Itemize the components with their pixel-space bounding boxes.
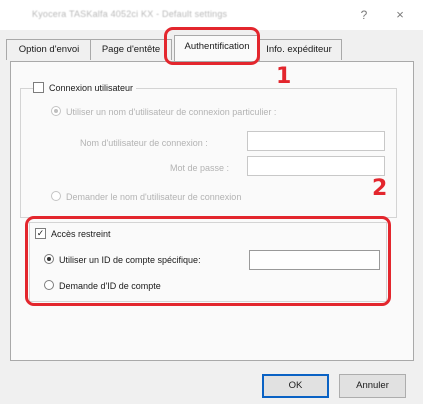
step-marker-1: 1 [276,64,292,89]
authentification-tab-highlight [164,27,260,65]
password-input[interactable] [247,156,385,176]
tab-option-envoi[interactable]: Option d'envoi [6,39,92,60]
prompt-login-radio-row[interactable]: Demander le nom d'utilisateur de connexi… [51,191,242,203]
restricted-access-highlight [25,216,391,306]
ok-button[interactable]: OK [262,374,329,398]
tab-info-expediteur[interactable]: Info. expéditeur [256,39,342,60]
login-name-input[interactable] [247,131,385,151]
help-button[interactable]: ? [352,5,376,25]
window-title: Kyocera TASKalfa 4052ci KX - Default set… [32,9,228,19]
password-label: Mot de passe : [170,163,230,173]
user-login-label: Connexion utilisateur [49,83,134,94]
prompt-login-radio[interactable] [51,191,61,202]
close-button[interactable]: × [388,5,412,25]
user-login-checkbox-row[interactable]: Connexion utilisateur [33,82,137,95]
title-bar: Kyocera TASKalfa 4052ci KX - Default set… [0,0,423,30]
use-specific-login-radio-row[interactable]: Utiliser un nom d'utilisateur de connexi… [51,106,277,118]
print-settings-dialog: Kyocera TASKalfa 4052ci KX - Default set… [0,0,423,404]
use-specific-login-radio[interactable] [51,106,61,117]
prompt-login-label: Demander le nom d'utilisateur de connexi… [66,192,242,202]
tab-page-entete[interactable]: Page d'entête [90,39,172,60]
step-marker-2: 2 [372,176,388,201]
cancel-button[interactable]: Annuler [339,374,406,398]
use-specific-login-label: Utiliser un nom d'utilisateur de connexi… [66,107,277,117]
login-name-label: Nom d'utilisateur de connexion : [80,138,208,148]
user-login-checkbox[interactable] [33,82,44,93]
